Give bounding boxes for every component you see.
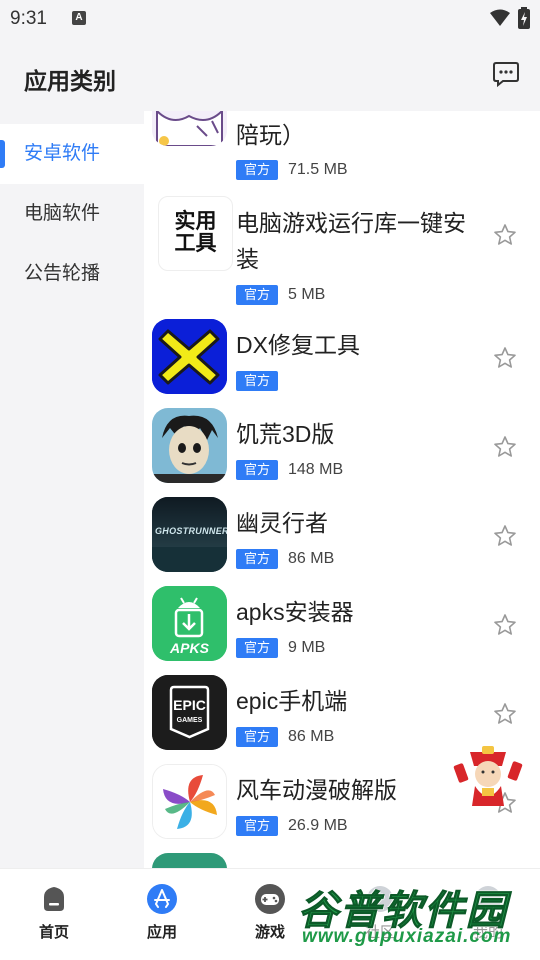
app-header: 应用类别 [0, 36, 540, 111]
app-icon: EPIC GAMES [152, 675, 227, 750]
sidebar-item-pc-software[interactable]: 电脑软件 [0, 184, 144, 244]
gamepad-icon [255, 884, 285, 914]
app-icon-text: APKS [170, 640, 209, 656]
app-size: 71.5 MB [288, 161, 348, 178]
wifi-icon [490, 9, 510, 26]
list-item[interactable]: EPIC GAMES epic手机端 官方 86 MB [144, 667, 540, 756]
active-indicator [0, 140, 5, 168]
sidebar-item-android-software[interactable]: 安卓软件 [0, 124, 144, 184]
app-icon [152, 111, 227, 146]
app-size: 148 MB [288, 461, 344, 478]
favorite-star-icon[interactable] [493, 346, 517, 370]
app-size: 86 MB [288, 728, 335, 745]
a-notification-icon: A [72, 11, 86, 25]
official-badge: 官方 [236, 549, 278, 569]
official-badge: 官方 [236, 816, 278, 836]
official-badge: 官方 [236, 285, 278, 305]
app-size: 26.9 MB [288, 817, 348, 834]
app-name: 风车动漫破解版 [236, 777, 397, 803]
list-item[interactable]: 饥荒3D版 官方 148 MB [144, 400, 540, 489]
app-store-icon [147, 884, 177, 914]
category-sidebar: 安卓软件 电脑软件 公告轮播 [0, 111, 144, 868]
list-item[interactable]: 陪玩） 官方 71.5 MB [144, 111, 540, 191]
sidebar-item-announcements[interactable]: 公告轮播 [0, 244, 144, 304]
list-item[interactable]: GHOSTRUNNER 幽灵行者 官方 86 MB [144, 489, 540, 578]
app-icon: 实用 工具 [158, 196, 233, 271]
app-name: apks安装器 [236, 599, 354, 625]
app-icon-text: 实用 工具 [174, 210, 217, 255]
official-badge: 官方 [236, 371, 278, 391]
app-name: 饥荒3D版 [236, 421, 335, 447]
nav-apps[interactable]: 应用 [122, 883, 202, 942]
watermark-url: www.gupuxiazai.com [302, 926, 512, 947]
app-name: epic手机端 [236, 688, 348, 714]
list-item[interactable]: APKS apks安装器 官方 9 MB [144, 578, 540, 667]
status-icons [490, 7, 530, 29]
app-icon [152, 408, 227, 483]
fortune-god-sticker[interactable] [452, 744, 524, 806]
app-name: 陪玩） [236, 122, 305, 148]
nav-home[interactable]: 首页 [14, 883, 94, 942]
app-icon-text: EPIC GAMES [173, 697, 206, 724]
sidebar-item-label: 公告轮播 [24, 263, 101, 284]
sidebar-item-label: 安卓软件 [24, 143, 101, 164]
nav-label: 应用 [146, 924, 177, 941]
favorite-star-icon[interactable] [493, 223, 517, 247]
list-item[interactable]: 实用 工具 电脑游戏运行库一键安装 官方 5 MB [144, 191, 540, 311]
app-icon-text: GHOSTRUNNER [155, 526, 227, 536]
home-icon [44, 887, 64, 911]
site-watermark: 谷普软件园 www.gupuxiazai.com [298, 878, 540, 958]
app-icon: APKS [152, 586, 227, 661]
app-name: DX修复工具 [236, 332, 360, 358]
status-bar: 9:31 A [0, 0, 540, 36]
app-icon [152, 853, 227, 868]
app-size: 9 MB [288, 639, 326, 656]
app-icon: GHOSTRUNNER [152, 497, 227, 572]
app-size: 5 MB [288, 286, 326, 303]
favorite-star-icon[interactable] [493, 524, 517, 548]
official-badge: 官方 [236, 638, 278, 658]
page-title: 应用类别 [24, 68, 116, 94]
app-icon [152, 319, 227, 394]
sidebar-item-label: 电脑软件 [24, 203, 101, 224]
app-icon [152, 764, 227, 839]
favorite-star-icon[interactable] [493, 702, 517, 726]
favorite-star-icon[interactable] [493, 435, 517, 459]
app-size: 86 MB [288, 550, 335, 567]
official-badge: 官方 [236, 727, 278, 747]
message-icon[interactable] [492, 60, 520, 88]
nav-label: 首页 [38, 924, 69, 941]
app-name: 电脑游戏运行库一键安装 [236, 210, 466, 272]
battery-charging-icon [518, 7, 530, 29]
status-time: 9:31 [10, 8, 47, 29]
official-badge: 官方 [236, 160, 278, 180]
favorite-star-icon[interactable] [493, 613, 517, 637]
list-item[interactable]: DX修复工具 官方 [144, 311, 540, 400]
official-badge: 官方 [236, 460, 278, 480]
list-item[interactable] [144, 845, 540, 868]
app-name: 幽灵行者 [236, 510, 328, 536]
